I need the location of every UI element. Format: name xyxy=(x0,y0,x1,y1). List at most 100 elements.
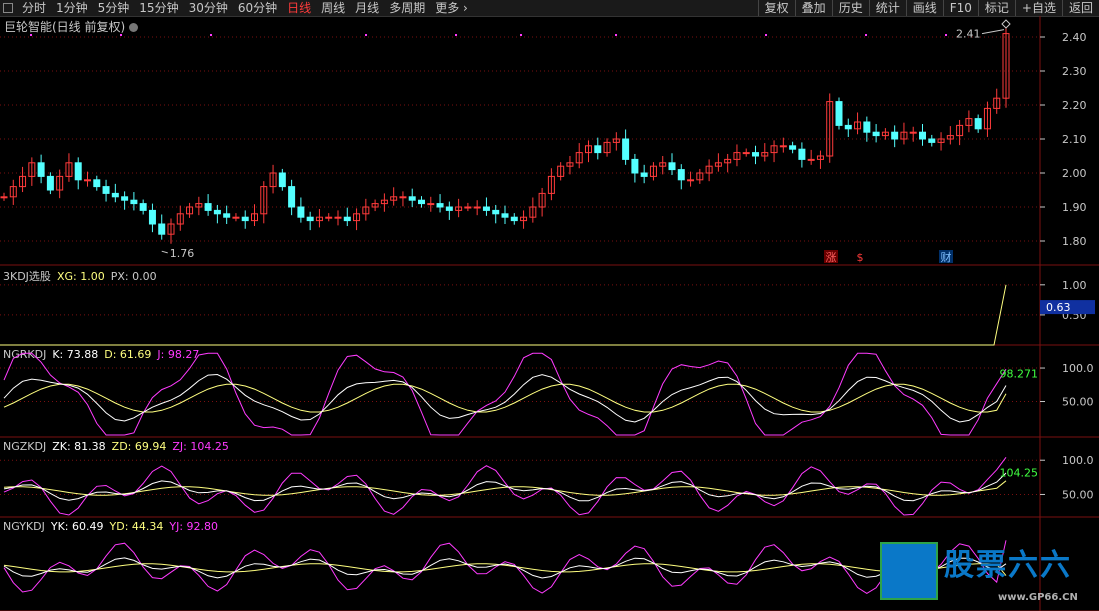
period-tab-6[interactable]: 日线 xyxy=(282,0,316,16)
candle-body-40 xyxy=(371,203,379,208)
logo-icon xyxy=(880,542,938,600)
toolbar-button-6[interactable]: 标记 xyxy=(977,0,1015,16)
period-tab-2[interactable]: 5分钟 xyxy=(93,0,135,16)
ngykdj-d-line xyxy=(3,563,1007,576)
menu-icon[interactable] xyxy=(3,3,13,13)
toolbar-button-0[interactable]: 复权 xyxy=(757,0,795,16)
period-tab-8[interactable]: 月线 xyxy=(350,0,384,16)
candle-body-101 xyxy=(937,138,945,143)
candle-body-41 xyxy=(380,199,388,205)
marker-cai-bg xyxy=(939,250,953,263)
candle-body-18 xyxy=(167,223,175,235)
candle-body-23 xyxy=(213,209,221,215)
candle-body-54 xyxy=(501,213,509,218)
kdj3-axis-label-0: 1.00 xyxy=(1062,279,1087,292)
marker-zhang-bg xyxy=(824,250,838,263)
d-value: D: 61.69 xyxy=(104,348,152,361)
period-tab-5[interactable]: 60分钟 xyxy=(233,0,282,16)
ngykdj-k-line xyxy=(3,557,1007,579)
candle-body-57 xyxy=(529,206,537,218)
candle-body-49 xyxy=(455,206,463,211)
toolbar-button-1[interactable]: 叠加 xyxy=(794,0,832,16)
dropdown-icon[interactable] xyxy=(129,23,139,32)
panel-name[interactable]: 3KDJ选股 xyxy=(3,270,51,283)
k-value: K: 73.88 xyxy=(52,348,99,361)
candle-body-85 xyxy=(789,145,797,150)
toolbar-button-3[interactable]: 统计 xyxy=(868,0,906,16)
candle-body-60 xyxy=(557,165,565,177)
period-tab-4[interactable]: 30分钟 xyxy=(184,0,233,16)
price-axis-label-6: 1.80 xyxy=(1062,235,1087,248)
candle-body-14 xyxy=(130,199,138,205)
toolbar-button-5[interactable]: F10 xyxy=(942,0,978,16)
kdj3-current-value: 0.63 xyxy=(1046,301,1071,314)
signal-dot-9 xyxy=(945,34,947,36)
candle-body-37 xyxy=(343,216,351,222)
price-axis-label-2: 2.20 xyxy=(1062,99,1087,112)
zj-value: ZJ: 104.25 xyxy=(172,440,229,453)
candle-body-83 xyxy=(770,145,778,154)
kdj3-current-badge xyxy=(1040,300,1095,315)
low-price-pointer xyxy=(161,250,168,254)
candle-body-47 xyxy=(436,203,444,208)
panel-name[interactable]: NGZKDJ xyxy=(3,440,46,453)
price-axis-label-4: 2.00 xyxy=(1062,167,1087,180)
candle-body-12 xyxy=(111,192,119,198)
period-tab-7[interactable]: 周线 xyxy=(316,0,350,16)
ngrkdj-k-line xyxy=(3,373,1007,423)
ngrkdj-axis-label-0: 100.0 xyxy=(1062,362,1094,375)
high-price-pointer xyxy=(981,29,1005,35)
candle-body-50 xyxy=(464,206,472,209)
candle-body-13 xyxy=(121,196,129,201)
toolbar-button-8[interactable]: 返回 xyxy=(1061,0,1099,16)
candle-body-58 xyxy=(538,192,546,208)
period-tab-1[interactable]: 1分钟 xyxy=(51,0,93,16)
candle-body-15 xyxy=(139,203,147,211)
diamond-icon xyxy=(1001,19,1011,29)
signal-dot-5 xyxy=(520,34,522,36)
candle-body-105 xyxy=(974,118,982,130)
candle-body-16 xyxy=(148,209,156,225)
period-tab-10[interactable]: 更多 › xyxy=(430,0,473,16)
candle-body-87 xyxy=(807,158,815,161)
ngrkdj-current-value: 98.271 xyxy=(1000,367,1039,380)
ngzkdj-current-value: 104.25 xyxy=(1000,467,1039,480)
signal-dot-7 xyxy=(765,34,767,36)
candle-body-62 xyxy=(575,152,583,164)
period-tab-0[interactable]: 分时 xyxy=(17,0,51,16)
panel-name[interactable]: NGRKDJ xyxy=(3,348,46,361)
candle-body-5 xyxy=(46,175,54,191)
candle-body-39 xyxy=(362,206,370,215)
candle-body-75 xyxy=(696,172,704,181)
candle-body-29 xyxy=(269,172,277,188)
candle-body-3 xyxy=(28,162,36,177)
candle-body-103 xyxy=(956,124,964,137)
toolbar-button-4[interactable]: 画线 xyxy=(905,0,943,16)
period-tab-3[interactable]: 15分钟 xyxy=(134,0,183,16)
candle-body-78 xyxy=(724,158,732,164)
candle-body-38 xyxy=(353,213,361,222)
period-tab-9[interactable]: 多周期 xyxy=(384,0,430,16)
panel-name[interactable]: NGYKDJ xyxy=(3,520,45,533)
toolbar-button-2[interactable]: 历史 xyxy=(831,0,869,16)
ngrkdj-j-line xyxy=(3,352,1007,436)
candle-body-8 xyxy=(74,162,82,181)
signal-dot-4 xyxy=(455,34,457,36)
candle-body-35 xyxy=(325,216,333,219)
candle-body-65 xyxy=(603,141,611,154)
candle-body-34 xyxy=(315,216,323,222)
candle-body-21 xyxy=(195,203,203,208)
ngzkdj-axis-label-0: 100.0 xyxy=(1062,454,1094,467)
candle-body-79 xyxy=(733,152,741,160)
px-value: PX: 0.00 xyxy=(110,270,157,283)
candle-body-27 xyxy=(251,213,258,222)
candle-body-95 xyxy=(881,131,889,137)
toolbar-button-7[interactable]: +自选 xyxy=(1014,0,1062,16)
yk-value: YK: 60.49 xyxy=(50,520,104,533)
candle-body-9 xyxy=(84,179,91,182)
candle-body-20 xyxy=(186,206,194,215)
candle-body-104 xyxy=(965,118,973,126)
candle-body-48 xyxy=(445,206,453,211)
candle-body-6 xyxy=(56,175,64,191)
candle-body-11 xyxy=(102,186,110,194)
